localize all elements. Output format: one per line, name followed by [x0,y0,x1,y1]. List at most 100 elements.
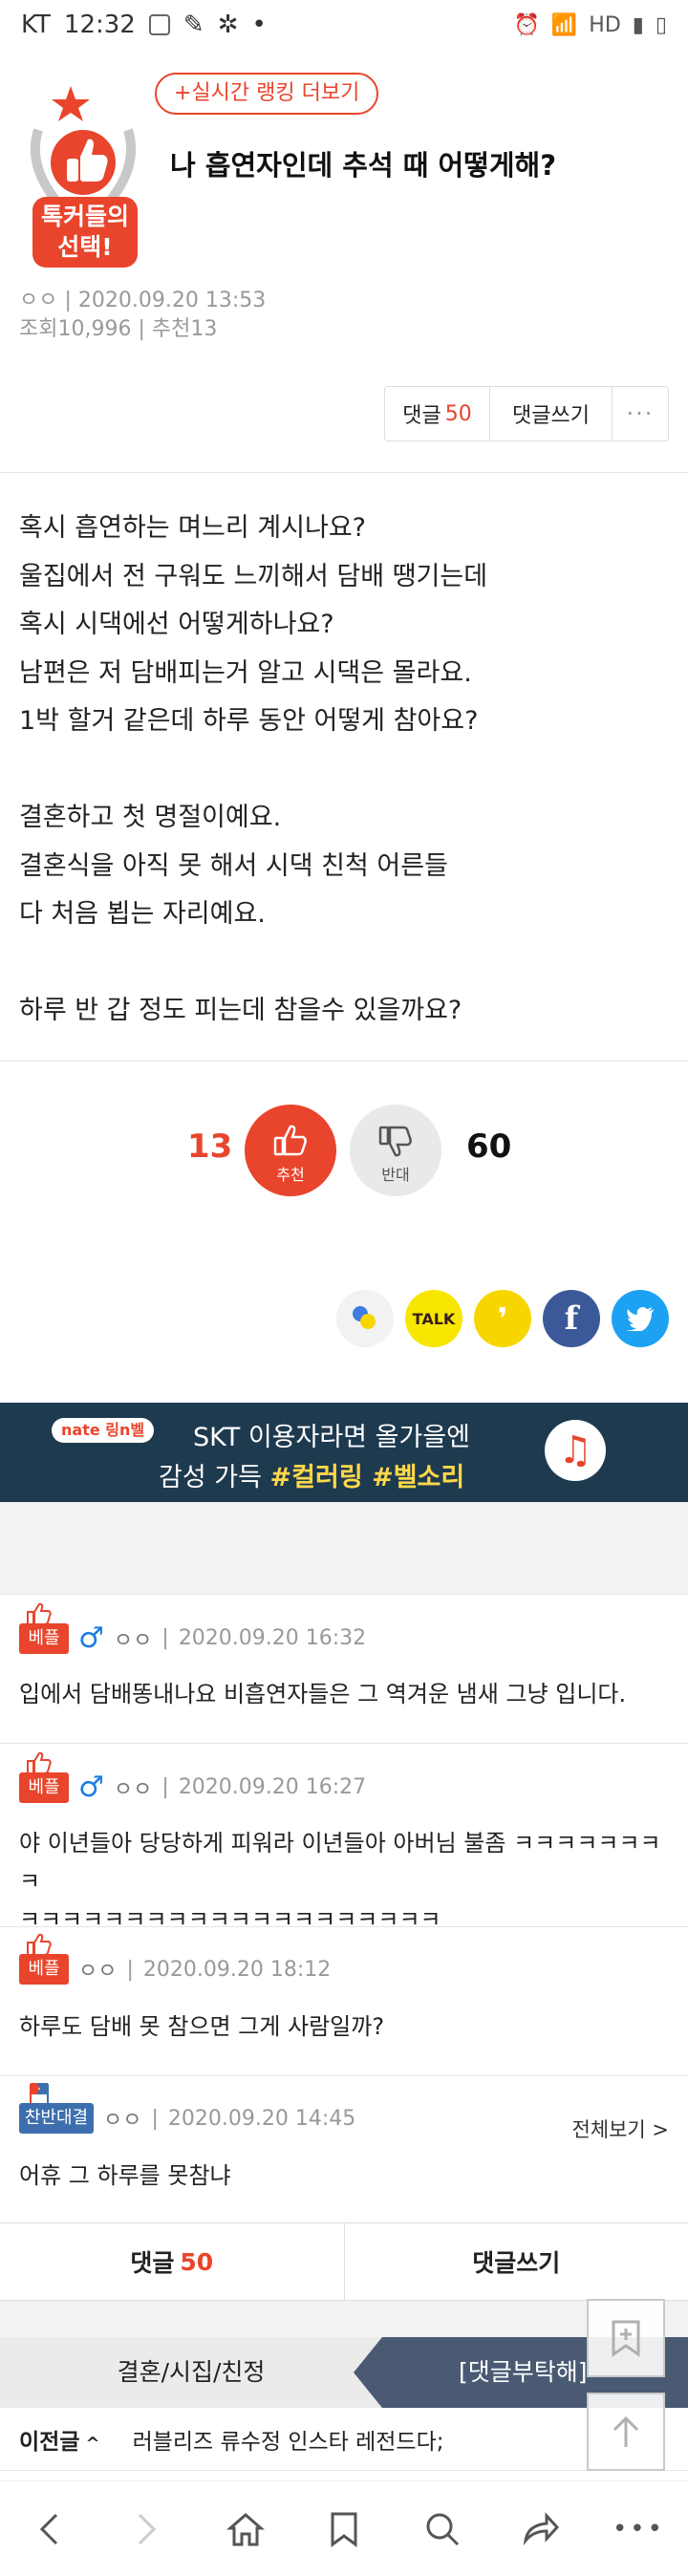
dot-icon: • [251,11,267,39]
bookmark-float-button[interactable] [587,2299,665,2377]
comment-author[interactable]: ㅇㅇ [114,1772,152,1803]
comment-text: 하루도 담배 못 참으면 그게 사람일까? [19,2007,669,2046]
bookmark-add-icon [612,2320,640,2357]
signal-icon: ▮ [632,12,644,37]
gallery-icon [148,14,170,35]
more-dots-icon: ••• [612,2514,665,2544]
hd-icon: HD [589,12,621,37]
previous-post-title[interactable]: 러블리즈 류수정 인스타 레전드다; [133,2423,444,2456]
write-comment-button[interactable]: 댓글쓰기 [490,387,613,440]
comment-count: 50 [444,401,472,426]
comment-item: 베플 ♂ ㅇㅇ | 2020.09.20 16:27 야 이년들아 당당하게 피워라 이년… [0,1743,688,1933]
comment-date: 2020.09.20 18:12 [142,1957,332,1982]
recommend-count: 13 [190,317,218,341]
carrier-label: KT [21,11,51,39]
home-button[interactable] [217,2501,274,2558]
upvote-button[interactable]: 추천 [245,1105,336,1196]
comment-separator: | [161,1775,169,1799]
section-spacer [0,1502,688,1594]
comment-header: 베플 ㅇㅇ | 2020.09.20 18:12 [19,1933,332,1985]
more-menu-button[interactable]: ••• [610,2501,667,2558]
comment-item: 찬반대결 ㅇㅇ | 2020.09.20 14:45 전체보기 > 어휴 그 하루를 못참… [0,2075,688,2222]
search-button[interactable] [414,2501,471,2558]
share-generic-button[interactable] [336,1290,394,1347]
thumbs-up-icon [27,1602,52,1625]
ad-banner[interactable]: nate 링n벨 SKT 이용자라면 올가을엔 감성 가득 #컬러링 #벨소리 … [0,1403,688,1502]
wifi-icon: 📶 [550,12,578,37]
comment-date: 2020.09.20 16:27 [178,1775,367,1799]
downvote-button[interactable]: 반대 [350,1105,441,1196]
views-count: 10,996 [57,317,132,341]
comment-author[interactable]: ㅇㅇ [114,1623,152,1654]
search-icon [426,2513,459,2545]
vote-section: 13 추천 반대 60 [0,1103,688,1196]
thumbs-up-icon [27,1933,52,1956]
best-reply-badge: 베플 [19,1751,69,1803]
male-icon: ♂ [78,1771,104,1804]
body-line: 울집에서 전 구워도 느끼해서 담배 땡기는데 [19,561,488,591]
body-line: 1박 할거 같은데 하루 동안 어떻게 참아요? [19,706,479,736]
facebook-icon: f [564,1299,579,1338]
chevron-left-icon [40,2513,58,2544]
previous-post-bar[interactable]: 이전글 ^ 러블리즈 류수정 인스타 레전드다; [0,2408,688,2471]
facebook-share-button[interactable]: f [543,1290,600,1347]
flags-icon [30,2083,49,2103]
comment-separator: | [151,2106,159,2131]
author-name[interactable]: ㅇㅇ [19,289,57,312]
previous-post-label: 이전글 ^ [19,2423,100,2456]
previous-label-text: 이전글 [19,2429,80,2455]
versus-badge: 찬반대결 [19,2083,94,2134]
badge-text: 베플 [28,1627,60,1648]
thumbs-up-icon [273,1125,307,1156]
bottom-comment-button[interactable]: 댓글 50 [0,2223,345,2300]
comment-header: 찬반대결 ㅇㅇ | 2020.09.20 14:45 [19,2083,355,2134]
link-icon: ✎ [183,11,204,39]
post-title: 나 흡연자인데 추석 때 어떻게해? [170,149,557,182]
more-options-button[interactable]: ··· [613,387,668,440]
comment-author[interactable]: ㅇㅇ [103,2103,141,2134]
body-line: 다 처음 뵙는 자리예요. [19,899,266,929]
badge-label: 톡커들의 선택! [32,197,138,268]
comment-count-button[interactable]: 댓글 50 [385,387,490,440]
scroll-top-float-button[interactable] [587,2393,665,2471]
kakaostory-icon: ❜ [497,1301,508,1336]
twitter-bird-icon [627,1307,654,1331]
alarm-icon: ⏰ [513,12,540,37]
tokker-choice-badge: 톡커들의 선택! [21,80,145,271]
kakaostory-share-button[interactable]: ❜ [474,1290,531,1347]
category-bar: 결혼/시집/친정 [댓글부탁해] [0,2337,688,2408]
chevron-up-icon: ^ [85,2433,100,2454]
realtime-ranking-button[interactable]: +실시간 랭킹 더보기 [155,73,379,115]
downvote-label: 반대 [381,1166,410,1184]
comment-text: 야 이년들아 당당하게 피워라 이년들아 아버님 불좀 ㅋㅋㅋㅋㅋㅋㅋㅋ ㅋㅋㅋㅋ… [19,1824,669,1939]
post-date: 2020.09.20 13:53 [77,289,267,312]
comment-separator: | [126,1957,134,1982]
share-button[interactable] [512,2501,570,2558]
comment-label: 댓글 [402,404,441,428]
arrow-up-icon [613,2415,639,2447]
banner-brand: nate 링n벨 [52,1418,155,1443]
category-tab[interactable]: 결혼/시집/친정 [0,2337,382,2408]
chevron-right-icon [139,2513,157,2544]
kakaotalk-share-button[interactable]: TALK [405,1290,462,1347]
bookmarks-button[interactable] [315,2501,373,2558]
comment-author[interactable]: ㅇㅇ [78,1954,117,1985]
meta-separator: | [138,317,152,341]
comment-separator: | [161,1626,169,1650]
forward-button[interactable] [118,2501,176,2558]
banner-line-2: 감성 가득 #컬러링 #벨소리 [159,1456,464,1493]
comment-date: 2020.09.20 16:32 [178,1626,367,1650]
browser-nav-bar: ••• [0,2480,688,2576]
twitter-share-button[interactable] [612,1290,669,1347]
back-button[interactable] [20,2501,77,2558]
share-dots-icon [353,1306,376,1329]
best-reply-badge: 베플 [19,1602,69,1654]
recommend-label: 추천 [151,317,191,341]
banner-hashtags: #컬러링 #벨소리 [269,1463,465,1492]
body-line: 결혼식을 아직 못 해서 시댁 친척 어른들 [19,850,448,881]
view-all-link[interactable]: 전체보기 > [571,2114,669,2143]
upvote-label: 추천 [276,1166,305,1184]
meta-separator: | [64,289,78,312]
battery-icon: ▯ [655,12,667,37]
bottom-write-comment-button[interactable]: 댓글쓰기 [345,2223,688,2300]
